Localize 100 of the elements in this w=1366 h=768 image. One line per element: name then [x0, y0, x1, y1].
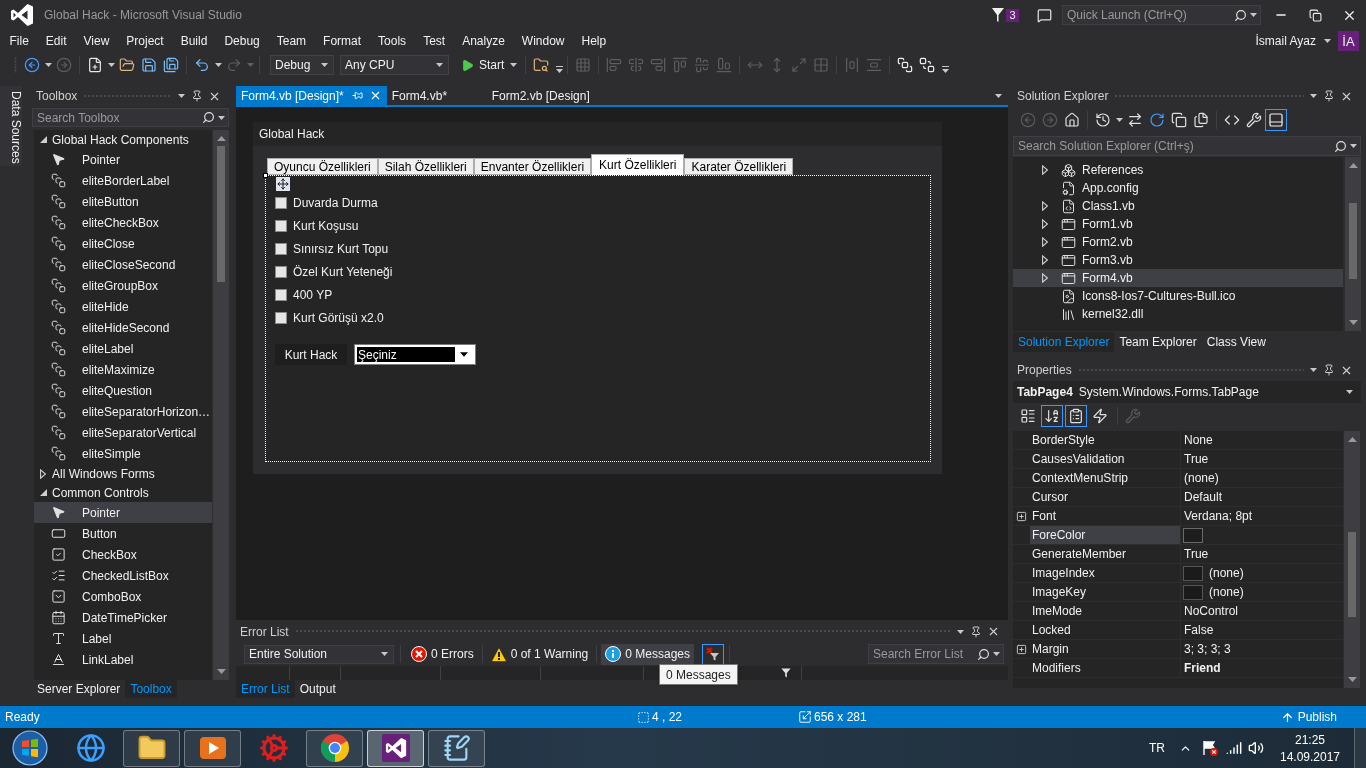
caret-icon[interactable] — [178, 94, 185, 98]
collapsed-arrow-icon[interactable] — [1042, 165, 1048, 175]
save-all-icon[interactable] — [163, 57, 179, 73]
caret-icon[interactable] — [1250, 13, 1257, 17]
form-tab[interactable]: Silah Özellikleri — [377, 158, 474, 175]
flag-alert-icon[interactable] — [1202, 740, 1218, 756]
taskbar-button[interactable] — [367, 729, 424, 767]
clock-arrow-icon[interactable] — [1095, 112, 1111, 128]
open-folder-icon[interactable] — [119, 57, 135, 73]
expanded-arrow-icon[interactable] — [39, 489, 47, 496]
menu-item[interactable]: Analyze — [453, 35, 514, 47]
menu-item[interactable]: File — [1, 35, 38, 47]
caret-icon[interactable] — [44, 63, 52, 67]
expand-box-icon[interactable] — [1016, 510, 1027, 522]
stacked-pages-icon[interactable] — [1171, 112, 1187, 128]
search-icon[interactable] — [1234, 8, 1247, 22]
toolbox-item[interactable]: eliteClose — [34, 233, 212, 254]
clock-date[interactable]: 14.09.2017 — [1279, 750, 1341, 763]
property-name[interactable]: CausesValidation — [1030, 450, 1180, 468]
pin-icon[interactable] — [1323, 364, 1335, 376]
menu-item[interactable]: Format — [314, 35, 370, 47]
checkbox[interactable] — [275, 265, 287, 278]
property-name[interactable]: ImeMode — [1030, 602, 1180, 620]
property-value[interactable]: Friend — [1184, 662, 1221, 674]
caret-icon[interactable] — [510, 63, 518, 67]
panel-tab[interactable]: Solution Explorer — [1013, 332, 1115, 352]
save-icon[interactable] — [141, 57, 157, 73]
scope-dropdown[interactable]: Entire Solution — [244, 644, 394, 664]
document-tab[interactable]: Form4.vb* — [386, 86, 487, 105]
notification-badge[interactable]: 3 — [1006, 8, 1019, 22]
panel-tab[interactable]: Team Explorer — [1114, 332, 1202, 352]
property-name[interactable]: BorderStyle — [1030, 431, 1180, 449]
panel-tab[interactable]: Toolbox — [125, 680, 177, 698]
collapsed-arrow-icon[interactable] — [1042, 219, 1048, 229]
tree-item[interactable]: Form4.vb — [1013, 269, 1343, 287]
gear-icon[interactable] — [258, 733, 289, 763]
sort-az-toggle[interactable] — [1041, 405, 1063, 427]
scroll-up-icon[interactable] — [1348, 163, 1358, 168]
scrollbar[interactable] — [1344, 431, 1360, 688]
caret-icon[interactable] — [460, 352, 468, 357]
form-tab[interactable]: Kurt Özellikleri — [591, 154, 685, 175]
scroll-down-icon[interactable] — [1348, 320, 1358, 325]
menu-item[interactable]: Debug — [215, 35, 269, 47]
side-tab[interactable]: Data Sources — [0, 86, 22, 166]
collapsed-arrow-icon[interactable] — [40, 468, 46, 479]
property-name[interactable]: ContextMenuStrip — [1030, 469, 1180, 487]
code-brackets-icon[interactable] — [1224, 112, 1240, 128]
checkbox-label[interactable]: Duvarda Durma — [293, 196, 378, 209]
property-name[interactable]: Margin — [1030, 640, 1180, 658]
clipboard-toggle[interactable] — [1065, 405, 1087, 427]
toolbox-item[interactable]: Pointer — [34, 149, 212, 170]
filter-button[interactable]: 0 Messages — [601, 643, 694, 665]
bring-to-front-icon[interactable] — [897, 57, 914, 73]
property-value[interactable]: Default — [1184, 491, 1223, 503]
caret-icon[interactable] — [993, 652, 1000, 656]
menu-item[interactable]: Build — [172, 35, 216, 47]
account-avatar[interactable]: İA — [1338, 31, 1359, 51]
collapsed-arrow-icon[interactable] — [1042, 273, 1048, 283]
undo-icon[interactable] — [194, 57, 210, 73]
caret-icon[interactable] — [218, 115, 225, 120]
scrollbar-thumb[interactable] — [1348, 532, 1356, 617]
toolbox-item[interactable]: CheckBox — [34, 544, 212, 565]
platform-dropdown[interactable]: Any CPU — [340, 55, 449, 75]
taskbar-button[interactable] — [123, 729, 180, 767]
folder-search-icon[interactable] — [533, 57, 550, 73]
checkbox[interactable] — [275, 219, 287, 232]
menu-item[interactable]: Team — [268, 35, 315, 47]
checkbox-label[interactable]: 400 YP — [293, 288, 333, 301]
configuration-dropdown[interactable]: Debug — [270, 55, 334, 75]
caret-icon[interactable] — [1346, 390, 1353, 394]
taskbar-button[interactable] — [428, 729, 485, 767]
property-value[interactable]: NoControl — [1184, 605, 1239, 617]
scrollbar-thumb[interactable] — [217, 146, 225, 282]
signal-bars-icon[interactable] — [1226, 740, 1242, 756]
caret-icon[interactable] — [214, 63, 222, 67]
tree-item[interactable]: Icons8-Ios7-Cultures-Bull.ico — [1013, 287, 1343, 305]
toolbox-group-header[interactable]: Global Hack Components — [52, 133, 189, 146]
toolbox-item[interactable]: eliteGroupBox — [34, 275, 212, 296]
caret-icon[interactable] — [1350, 144, 1357, 148]
clock-time[interactable]: 21:25 — [1295, 733, 1325, 746]
panel-tab[interactable]: Output — [294, 680, 341, 698]
menu-item[interactable]: Tools — [369, 35, 415, 47]
selection-handle[interactable] — [263, 173, 268, 178]
property-name[interactable]: GenerateMember — [1030, 545, 1180, 563]
checkbox[interactable] — [275, 196, 287, 209]
toolbox-item[interactable]: eliteLabel — [34, 338, 212, 359]
account-name[interactable]: İsmail Ayaz — [1255, 35, 1316, 47]
toolbox-item[interactable]: Pointer — [34, 502, 212, 523]
property-value[interactable]: True — [1184, 548, 1209, 560]
toolbox-item[interactable]: eliteSimple — [34, 443, 212, 464]
send-to-back-icon[interactable] — [919, 57, 936, 73]
toolbox-item[interactable]: eliteHide — [34, 296, 212, 317]
solution-search-field[interactable]: Search Solution Explorer (Ctrl+ş) — [1013, 136, 1361, 156]
scroll-up-icon[interactable] — [216, 136, 226, 141]
property-value[interactable]: (none) — [1209, 586, 1244, 598]
checkbox-label[interactable]: Özel Kurt Yeteneği — [293, 265, 393, 278]
toolbox-group-header[interactable]: Common Controls — [52, 486, 149, 499]
funnel-icon[interactable] — [992, 8, 1004, 22]
toolbox-item[interactable]: ComboBox — [34, 586, 212, 607]
form-tab[interactable]: Oyuncu Özellikleri — [267, 158, 378, 175]
